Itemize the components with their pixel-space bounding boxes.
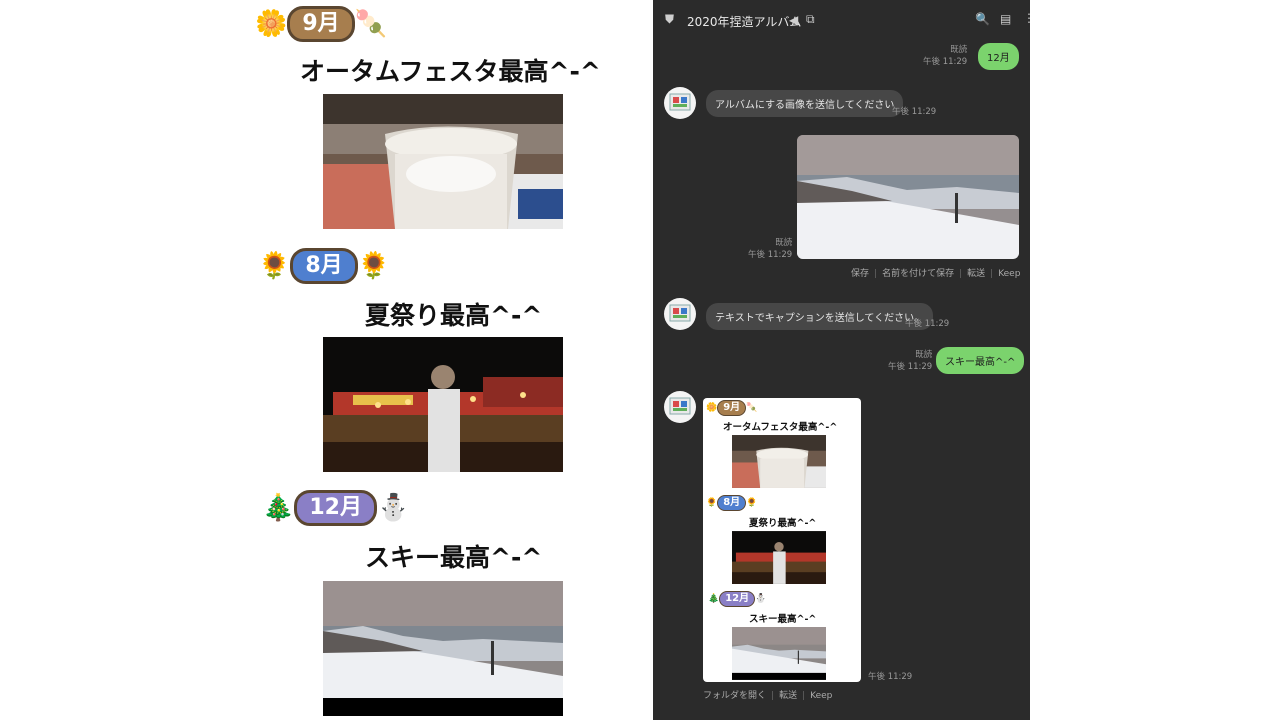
caption-december: スキー最高^-^ (749, 614, 817, 625)
image-actions: 保存 | 名前を付けて保存 | 転送 | Keep (851, 269, 1021, 279)
christmas-tree-icon: 🎄 (708, 594, 720, 604)
forward-link[interactable]: 転送 (967, 269, 985, 279)
caption-december: スキー最高^-^ (365, 543, 543, 572)
month-badge-september: 🌼 9月 🍡 (255, 6, 387, 42)
speaker-icon[interactable]: ◀ (789, 13, 798, 27)
photo-beer (732, 435, 826, 488)
keep-link[interactable]: Keep (998, 269, 1020, 279)
album-page: 🌼 9月 🍡 オータムフェスタ最高^-^ 🌻 8月 🌻 夏祭り最高^-^ 🎄 1… (250, 0, 650, 720)
caption-september: オータムフェスタ最高^-^ (723, 422, 838, 433)
month-badge-december: 🎄 12月 ⛄ (262, 490, 409, 526)
message-bubble-incoming[interactable]: テキストでキャプションを送信してください。 (706, 303, 934, 330)
sunflower-icon: 🌻 (746, 498, 758, 508)
open-folder-link[interactable]: フォルダを開く (703, 691, 766, 701)
sunflower-icon: 🌻 (357, 251, 391, 281)
search-icon[interactable]: 🔍 (975, 12, 990, 26)
message-time: 午後 11:29 (868, 672, 913, 682)
read-status: 既読 午後 11:29 (888, 350, 933, 372)
chat-window: ⛊ 2020年捏造アルバム ◀ ⧉ 🔍 ▤ ⋮ 既読 午後 11:29 12月 … (653, 0, 1030, 720)
dango-icon: 🍡 (746, 403, 758, 413)
snowman-icon: ⛄ (755, 594, 767, 604)
bot-avatar[interactable] (664, 87, 696, 119)
month-badge-august: 🌻 8月 🌻 (706, 495, 757, 511)
month-label: 8月 (717, 495, 747, 511)
more-icon[interactable]: ⋮ (1023, 11, 1030, 25)
month-badge-august: 🌻 8月 🌻 (258, 248, 390, 284)
read-status: 既読 午後 11:29 (923, 45, 968, 67)
caption-august: 夏祭り最高^-^ (365, 301, 543, 330)
bot-avatar[interactable] (664, 391, 696, 423)
notes-icon[interactable]: ▤ (1000, 12, 1011, 26)
photo-beer (323, 94, 563, 229)
bot-avatar[interactable] (664, 298, 696, 330)
forward-link[interactable]: 転送 (779, 691, 797, 701)
copy-icon[interactable]: ⧉ (806, 12, 815, 27)
message-time: 午後 11:29 (905, 319, 950, 329)
save-link[interactable]: 保存 (851, 269, 869, 279)
photo-ski (732, 627, 826, 680)
snowman-icon: ⛄ (377, 493, 410, 523)
month-label: 9月 (717, 400, 747, 416)
shield-icon: ⛊ (665, 12, 675, 26)
album-actions: フォルダを開く | 転送 | Keep (703, 691, 833, 701)
month-label: 9月 (287, 6, 355, 42)
month-badge-december: 🎄 12月 ⛄ (708, 591, 766, 607)
caption-september: オータムフェスタ最高^-^ (300, 57, 601, 86)
photo-festival (732, 531, 826, 584)
month-label: 12月 (294, 490, 377, 526)
chat-header: ⛊ 2020年捏造アルバム ◀ ⧉ 🔍 ▤ ⋮ (653, 0, 1030, 40)
album-card-image[interactable]: 🌼 9月 🍡 オータムフェスタ最高^-^ 🌻 8月 🌻 夏祭り最高^-^ 🎄 12月 ⛄ ス… (703, 398, 861, 682)
message-bubble-incoming[interactable]: アルバムにする画像を送信してください (706, 90, 904, 117)
sunflower-icon: 🌻 (258, 251, 291, 281)
flower-icon: 🌼 (255, 9, 288, 39)
flower-icon: 🌼 (706, 403, 718, 413)
save-as-link[interactable]: 名前を付けて保存 (882, 269, 954, 279)
message-bubble-outgoing[interactable]: 12月 (978, 43, 1019, 70)
month-label: 8月 (290, 248, 358, 284)
sunflower-icon: 🌻 (706, 498, 718, 508)
month-badge-september: 🌼 9月 🍡 (706, 400, 757, 416)
christmas-tree-icon: 🎄 (262, 493, 295, 523)
keep-link[interactable]: Keep (810, 691, 832, 701)
month-label: 12月 (719, 591, 756, 607)
chat-title[interactable]: 2020年捏造アルバム (687, 13, 801, 30)
sent-image[interactable] (797, 135, 1019, 259)
photo-festival (323, 337, 563, 472)
message-bubble-outgoing[interactable]: スキー最高^-^ (936, 347, 1025, 374)
caption-august: 夏祭り最高^-^ (749, 518, 817, 529)
dango-icon: 🍡 (354, 9, 388, 39)
photo-ski (323, 581, 563, 716)
read-status: 既読 午後 11:29 (748, 238, 793, 260)
message-time: 午後 11:29 (892, 107, 937, 117)
